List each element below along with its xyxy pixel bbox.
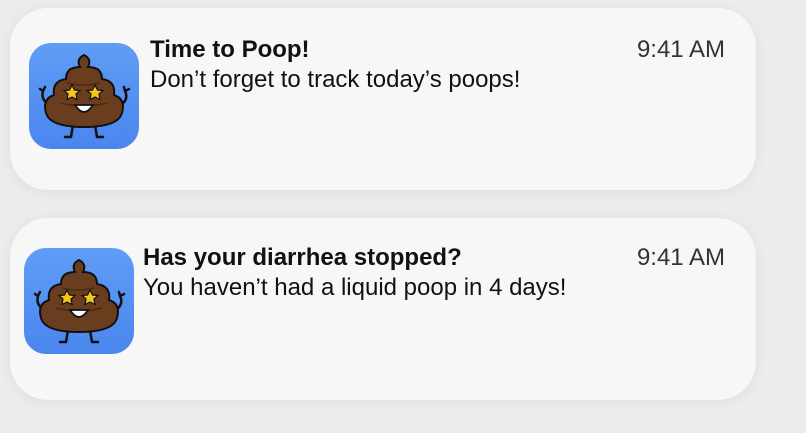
poop-mascot-icon: [24, 248, 134, 354]
notification-title: Has your diarrhea stopped?: [143, 244, 462, 271]
notification-time: 9:41 AM: [636, 244, 725, 271]
poop-mascot-icon: [29, 43, 139, 149]
notification-message: You haven’t had a liquid poop in 4 days!: [143, 274, 567, 301]
notification-card[interactable]: Has your diarrhea stopped? 9:41 AM You h…: [10, 218, 756, 400]
notification-time: 9:41 AM: [636, 36, 725, 63]
notification-title: Time to Poop!: [150, 36, 310, 63]
notification-card[interactable]: Time to Poop! 9:41 AM Don’t forget to tr…: [10, 8, 756, 190]
notification-message: Don’t forget to track today’s poops!: [150, 66, 521, 93]
